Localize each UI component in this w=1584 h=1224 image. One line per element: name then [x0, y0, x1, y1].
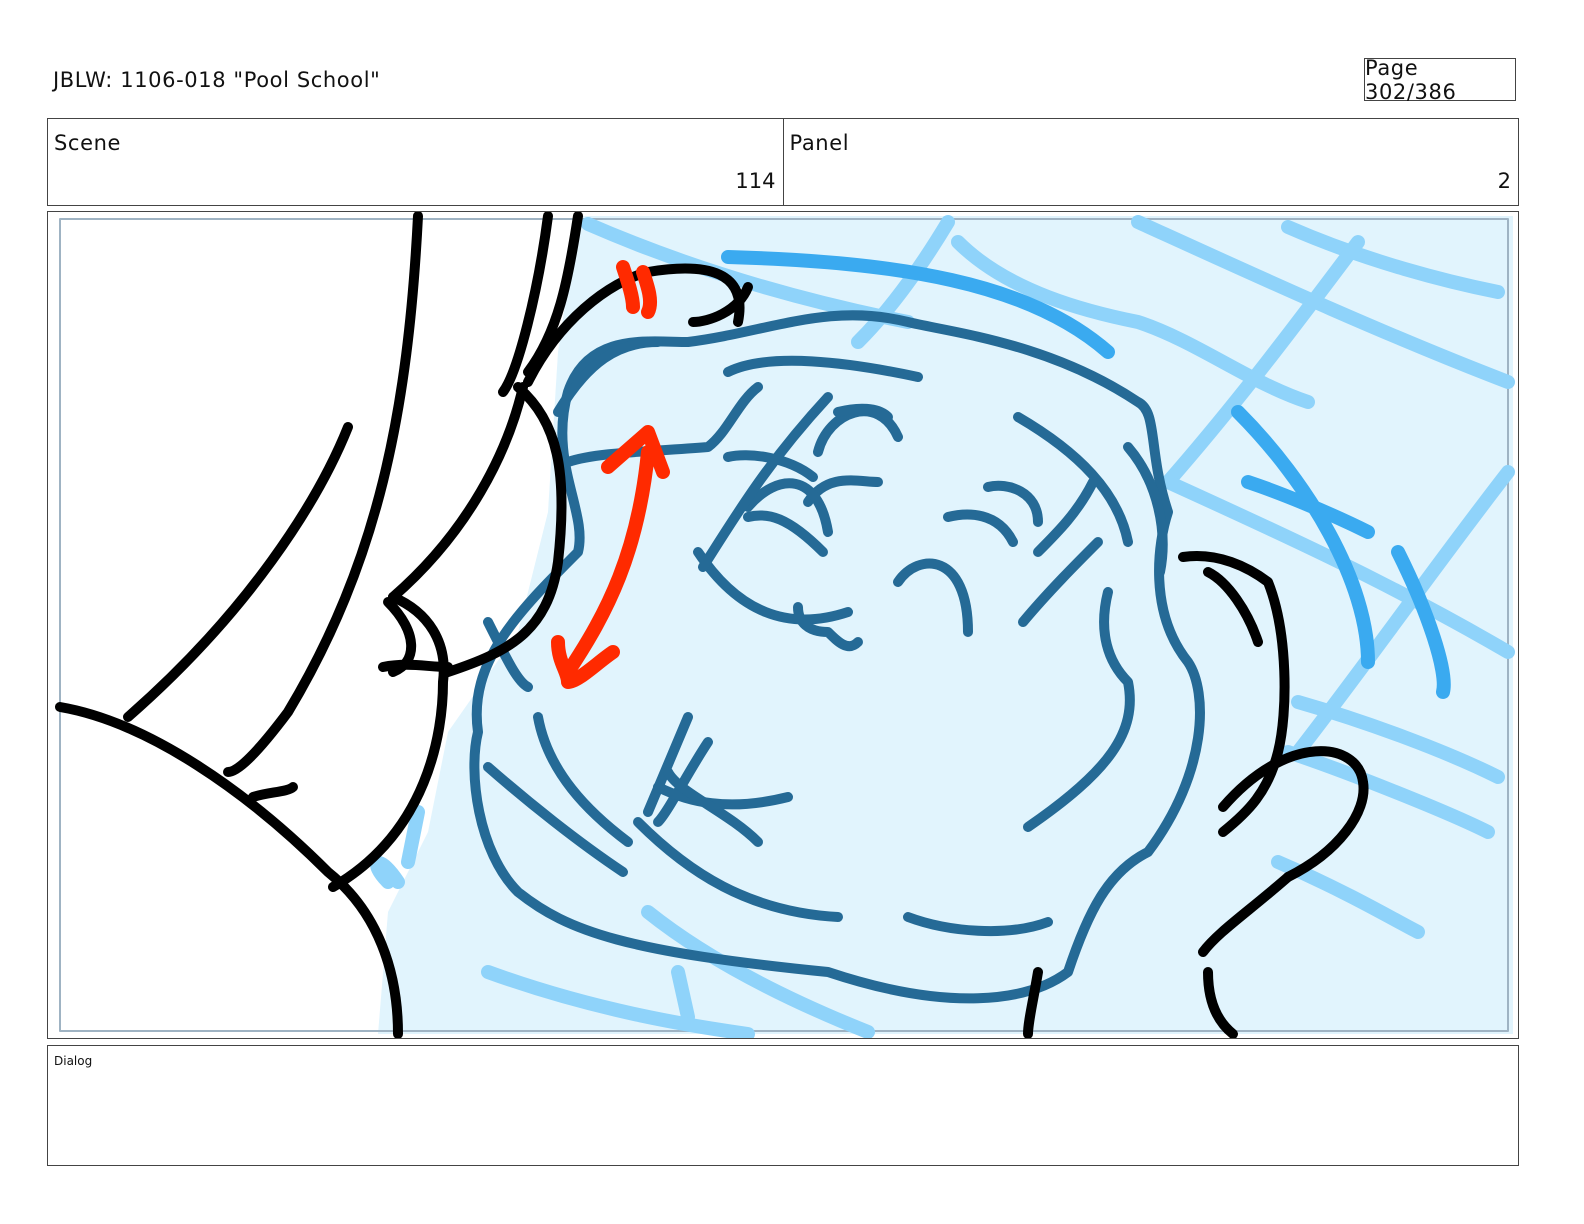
storyboard-sketch	[55, 212, 1515, 1038]
panel-value: 2	[1497, 169, 1511, 193]
dialog-label: Dialog	[54, 1054, 93, 1068]
panel-cell: Panel 2	[782, 119, 1519, 205]
page-number-box: Page 302/386	[1364, 56, 1516, 104]
document-title: JBLW: 1106-018 "Pool School"	[53, 68, 381, 92]
dialog-box: Dialog	[47, 1045, 1519, 1166]
scene-cell: Scene 114	[48, 119, 783, 205]
scene-value: 114	[735, 169, 776, 193]
panel-label: Panel	[789, 131, 850, 155]
scene-label: Scene	[54, 131, 122, 155]
storyboard-panel	[47, 211, 1519, 1039]
scene-panel-info: Scene 114 Panel 2	[47, 118, 1519, 206]
